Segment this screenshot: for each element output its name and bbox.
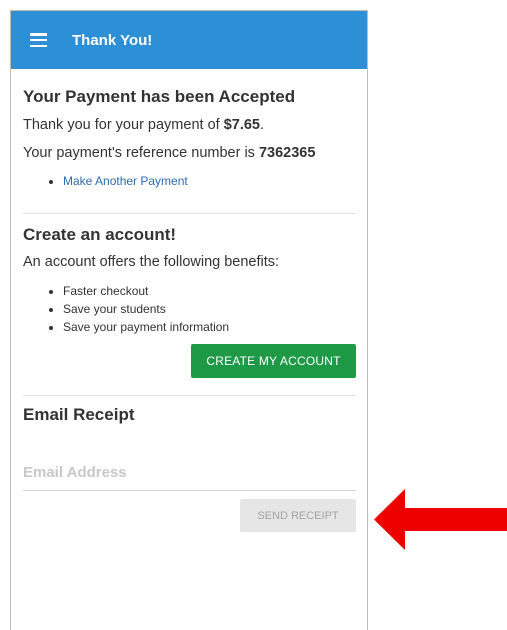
payment-links: Make Another Payment: [23, 172, 356, 190]
list-item: Save your payment information: [63, 318, 356, 336]
payment-confirmation-section: Your Payment has been Accepted Thank you…: [23, 69, 356, 190]
main-content: Your Payment has been Accepted Thank you…: [11, 69, 367, 532]
send-receipt-button[interactable]: SEND RECEIPT: [240, 499, 356, 532]
payment-thanks-text: Thank you for your payment of $7.65.: [23, 117, 356, 133]
create-account-row: CREATE MY ACCOUNT: [23, 344, 356, 378]
list-item: Make Another Payment: [63, 172, 356, 190]
red-arrow-icon: [374, 489, 507, 550]
email-receipt-section: Email Receipt SEND RECEIPT: [23, 396, 356, 532]
reference-number: 7362365: [258, 145, 316, 161]
email-address-field[interactable]: [23, 464, 356, 481]
benefits-intro-text: An account offers the following benefits…: [23, 254, 280, 270]
reference-prefix: Your payment's reference number is: [23, 145, 259, 161]
account-heading: Create an account!: [23, 225, 177, 244]
page-title: Thank You!: [72, 31, 153, 49]
benefits-list: Faster checkout Save your students Save …: [23, 282, 356, 336]
make-another-payment-link[interactable]: Make Another Payment: [63, 174, 188, 188]
payment-heading: Your Payment has been Accepted: [23, 87, 296, 106]
app-bar: Thank You!: [11, 11, 367, 69]
hamburger-menu-icon[interactable]: [30, 33, 47, 47]
thanks-prefix: Thank you for your payment of: [23, 117, 224, 133]
create-my-account-button[interactable]: CREATE MY ACCOUNT: [191, 344, 356, 378]
create-account-section: Create an account! An account offers the…: [23, 214, 356, 378]
send-receipt-row: SEND RECEIPT: [23, 499, 356, 532]
email-receipt-heading: Email Receipt: [23, 405, 135, 424]
email-field-wrapper: [23, 464, 356, 491]
thanks-suffix: .: [259, 117, 265, 133]
payment-amount: $7.65: [223, 117, 260, 133]
list-item: Save your students: [63, 300, 356, 318]
mobile-screen: Thank You! Your Payment has been Accepte…: [10, 10, 368, 630]
list-item: Faster checkout: [63, 282, 356, 300]
reference-text: Your payment's reference number is 73623…: [23, 145, 356, 161]
